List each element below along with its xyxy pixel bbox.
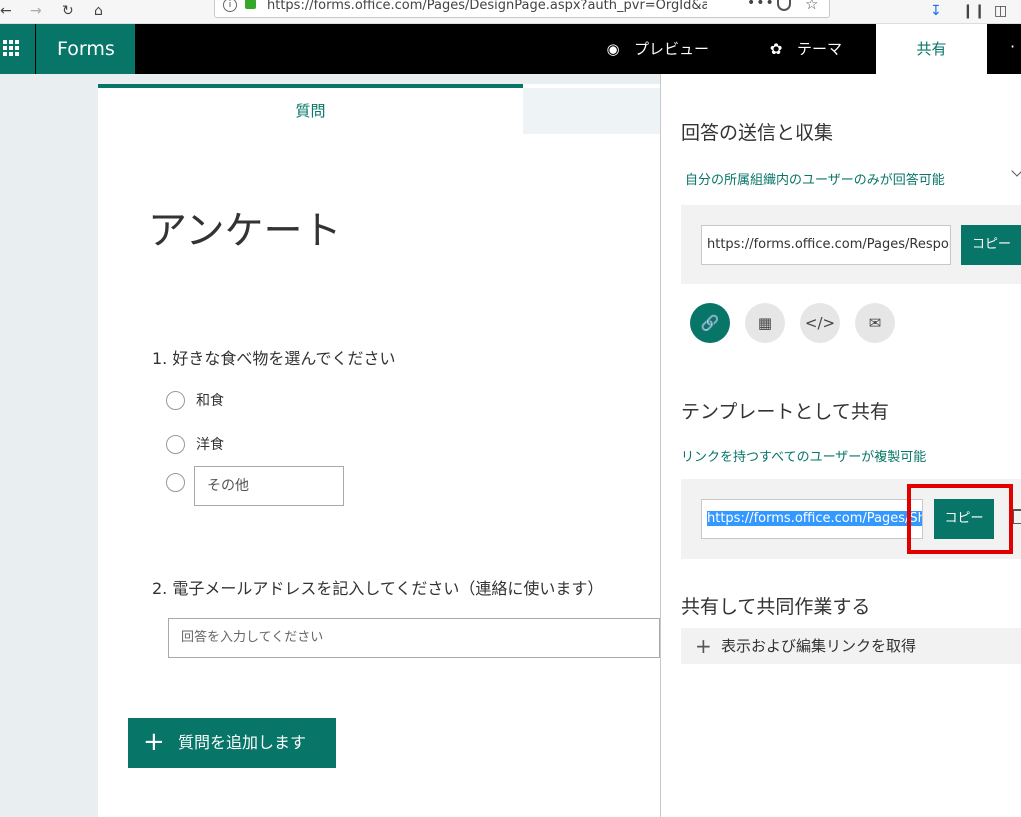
theme-button[interactable]: ✿ テーマ (767, 24, 842, 74)
preview-button[interactable]: ◉ プレビュー (604, 24, 709, 74)
question-1-title[interactable]: 1. 好きな食べ物を選んでください (152, 345, 396, 369)
home-icon[interactable]: ⌂ (94, 2, 103, 20)
template-audience-text[interactable]: リンクを持つすべてのユーザーが複製可能 (681, 446, 926, 465)
send-collect-heading: 回答の送信と収集 (681, 122, 834, 144)
bookmark-star-icon[interactable]: ☆ (805, 0, 818, 13)
plus-icon: + (695, 634, 712, 658)
plus-icon: + (143, 727, 165, 757)
qr-code-icon[interactable]: ▦ (745, 303, 785, 343)
embed-icon[interactable]: </> (800, 303, 840, 343)
radio-button[interactable] (166, 473, 185, 492)
add-question-label: 質問を追加します (178, 733, 307, 752)
forward-icon[interactable]: → (30, 2, 42, 20)
link-icon[interactable]: 🔗 (690, 303, 730, 343)
page-actions-icon[interactable]: ••• (747, 0, 775, 11)
email-icon[interactable]: ✉ (855, 303, 895, 343)
address-bar[interactable]: i https://forms.office.com/Pages/DesignP… (214, 0, 830, 18)
tab-questions[interactable]: 質問 (98, 84, 523, 134)
address-text[interactable]: https://forms.office.com/Pages/DesignPag… (267, 0, 707, 14)
more-options-icon[interactable]: · (1010, 24, 1015, 74)
back-icon[interactable]: ← (0, 2, 12, 20)
form-editor: 質問 アンケート 1. 好きな食べ物を選んでください 和食 洋食 その他 2. … (98, 84, 660, 817)
collaborate-heading: 共有して共同作業する (681, 596, 871, 618)
share-panel: 回答の送信と収集 自分の所属組織内のユーザーのみが回答可能 https://fo… (660, 74, 1021, 817)
template-share-heading: テンプレートとして共有 (681, 401, 889, 423)
reload-icon[interactable]: ↻ (62, 2, 74, 20)
response-link-box: https://forms.office.com/Pages/ResponseP… (681, 205, 1021, 284)
forms-app-bar: Forms ◉ プレビュー ✿ テーマ 共有 · (0, 24, 1021, 74)
option-label: 洋食 (196, 437, 224, 453)
theme-label: テーマ (797, 40, 843, 58)
waffle-icon (3, 40, 19, 56)
sidebar-icon[interactable]: ◫ (994, 2, 1007, 20)
preview-label: プレビュー (634, 40, 710, 58)
share-button[interactable]: 共有 (876, 24, 987, 74)
download-icon[interactable]: ↧ (930, 2, 942, 20)
form-title[interactable]: アンケート (148, 200, 341, 256)
pocket-icon[interactable] (777, 0, 791, 11)
get-edit-link-button[interactable]: + 表示および編集リンクを取得 (681, 628, 1021, 664)
tab-responses[interactable] (523, 88, 660, 134)
browser-toolbar: ← → ↻ ⌂ i https://forms.office.com/Pages… (0, 0, 1021, 24)
answer-input[interactable]: 回答を入力してください (168, 618, 660, 658)
info-icon[interactable]: i (223, 0, 237, 12)
add-question-button[interactable]: + 質問を追加します (128, 718, 336, 768)
lock-icon (245, 0, 256, 9)
chevron-down-icon[interactable] (1011, 165, 1021, 177)
copy-response-link-button[interactable]: コピー (961, 225, 1021, 265)
eye-icon: ◉ (606, 40, 620, 58)
question-2-title[interactable]: 2. 電子メールアドレスを記入してください（連絡に使います） (152, 575, 603, 599)
response-link-field[interactable]: https://forms.office.com/Pages/ResponseP… (701, 225, 951, 265)
option-label: 和食 (196, 393, 224, 409)
audience-dropdown[interactable]: 自分の所属組織内のユーザーのみが回答可能 (685, 169, 945, 188)
trash-icon[interactable] (1013, 509, 1021, 524)
palette-icon: ✿ (769, 40, 783, 58)
library-icon[interactable]: ❙❙ (962, 2, 985, 20)
template-link-field[interactable]: https://forms.office.com/Pages/ShareForm… (701, 499, 923, 539)
forms-brand[interactable]: Forms (36, 24, 135, 74)
other-option-input[interactable]: その他 (194, 466, 344, 506)
app-launcher-button[interactable] (0, 24, 35, 74)
get-edit-link-label: 表示および編集リンクを取得 (721, 637, 917, 655)
selected-link-text: https://forms.office.com/Pages/ShareForm… (707, 511, 922, 526)
highlight-annotation (907, 484, 1013, 554)
radio-button[interactable] (166, 391, 185, 410)
radio-button[interactable] (166, 435, 185, 454)
